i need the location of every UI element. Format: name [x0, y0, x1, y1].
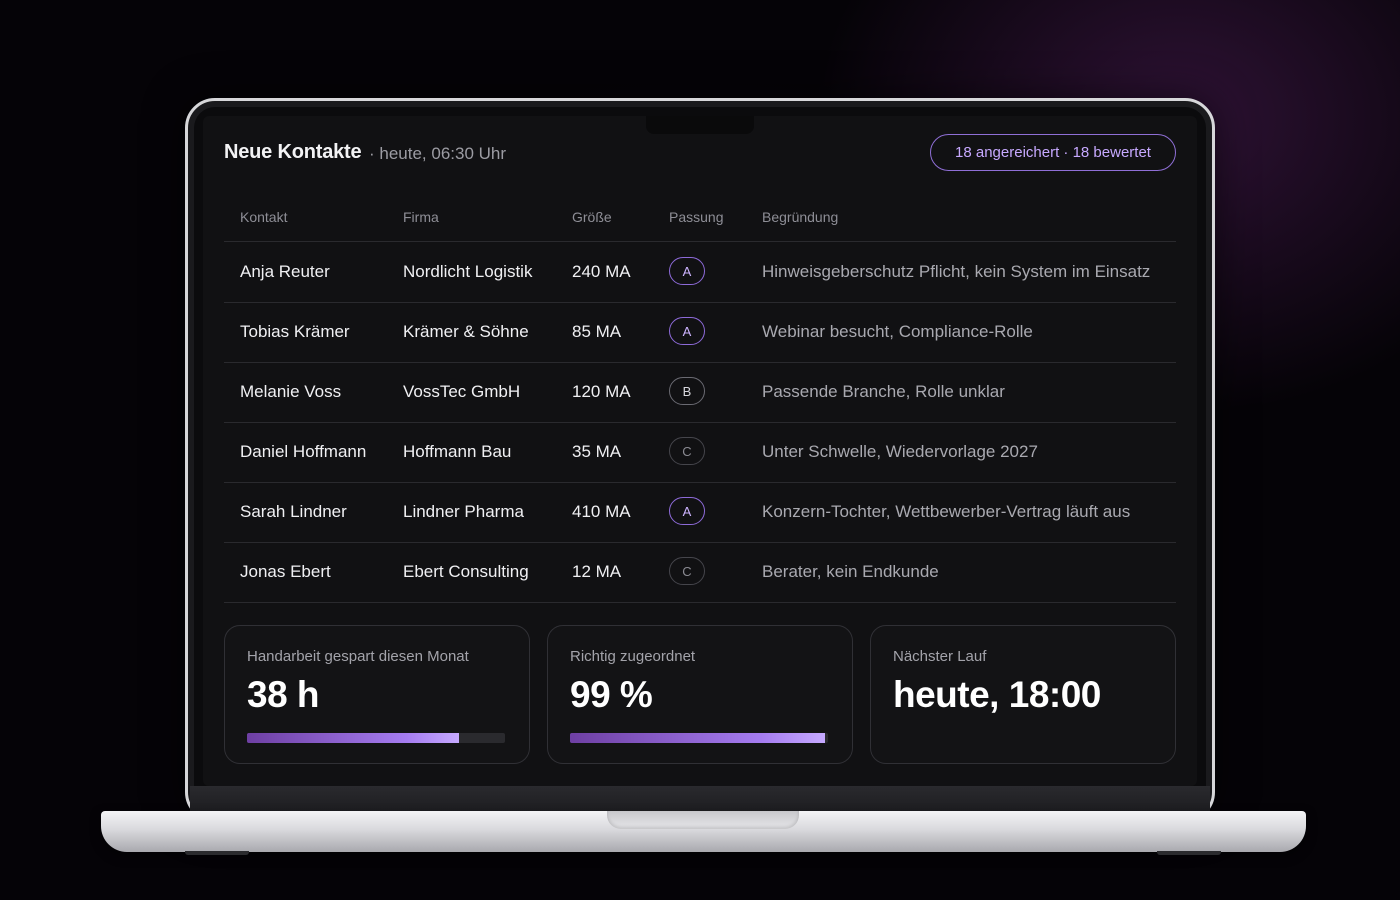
company-size: 240 MA	[572, 262, 631, 281]
table-row[interactable]: Daniel Hoffmann Hoffmann Bau 35 MA C Unter S…	[224, 422, 1176, 482]
stat-card-time-saved: Handarbeit gespart diesen Monat 38 h	[224, 625, 530, 764]
camera-notch	[646, 116, 754, 134]
column-header-reason[interactable]: Begründung	[762, 209, 838, 225]
fit-grade-badge: C	[669, 557, 705, 585]
stat-label: Richtig zugeordnet	[570, 648, 696, 665]
contact-name: Daniel Hoffmann	[240, 442, 367, 461]
fit-reason: Hinweisgeberschutz Pflicht, kein System …	[762, 262, 1151, 281]
company-name: Nordlicht Logistik	[403, 262, 533, 281]
company-name: VossTec GmbH	[403, 382, 521, 401]
laptop-opening-groove	[607, 811, 799, 829]
fit-grade-badge: C	[669, 437, 705, 465]
company-size: 12 MA	[572, 562, 622, 581]
table-row[interactable]: Sarah Lindner Lindner Pharma 410 MA A Konzer…	[224, 482, 1176, 542]
contact-name: Tobias Krämer	[240, 322, 350, 341]
fit-grade-badge: A	[669, 317, 705, 345]
fit-reason: Unter Schwelle, Wiedervorlage 2027	[762, 442, 1038, 461]
table-row[interactable]: Jonas Ebert Ebert Consulting 12 MA C Berater…	[224, 542, 1176, 602]
fit-reason: Passende Branche, Rolle unklar	[762, 382, 1005, 401]
column-header-company[interactable]: Firma	[403, 209, 439, 225]
contact-name: Jonas Ebert	[240, 562, 331, 581]
stat-card-accuracy: Richtig zugeordnet 99 %	[547, 625, 853, 764]
fit-grade-badge: A	[669, 257, 705, 285]
row-divider	[224, 602, 1176, 603]
status-badge: 18 angereichert · 18 bewertet	[930, 134, 1176, 171]
company-name: Ebert Consulting	[403, 562, 529, 581]
progress-fill	[570, 733, 826, 743]
scene: Neue Kontakte · heute, 06:30 Uhr 18 ange…	[0, 0, 1400, 900]
fit-reason: Konzern-Tochter, Wettbewerber-Vertrag lä…	[762, 502, 1131, 521]
progress-bar	[570, 733, 828, 743]
stat-value: 99 %	[570, 674, 653, 715]
table-row[interactable]: Anja Reuter Nordlicht Logistik 240 MA A Hinw…	[224, 242, 1176, 302]
table-row[interactable]: Melanie Voss VossTec GmbH 120 MA B Passende …	[224, 362, 1176, 422]
laptop-bezel-bottom	[190, 786, 1210, 814]
page-title: Neue Kontakte	[224, 141, 362, 163]
stat-card-next-run: Nächster Lauf heute, 18:00	[870, 625, 1176, 764]
company-name: Krämer & Söhne	[403, 322, 529, 341]
laptop-foot-right	[1157, 851, 1221, 855]
progress-bar	[247, 733, 505, 743]
fit-grade-badge: A	[669, 497, 705, 525]
contact-name: Anja Reuter	[240, 262, 330, 281]
company-name: Hoffmann Bau	[403, 442, 512, 461]
laptop-foot-left	[185, 851, 249, 855]
company-size: 85 MA	[572, 322, 622, 341]
fit-grade-badge: B	[669, 377, 705, 405]
contact-name: Melanie Voss	[240, 382, 342, 401]
stat-value: 38 h	[247, 674, 320, 715]
column-header-contact[interactable]: Kontakt	[240, 209, 287, 225]
progress-fill	[247, 733, 459, 743]
column-header-fit[interactable]: Passung	[669, 209, 723, 225]
run-timestamp: · heute, 06:30 Uhr	[369, 144, 507, 163]
company-size: 410 MA	[572, 502, 631, 521]
company-size: 120 MA	[572, 382, 631, 401]
stat-label: Nächster Lauf	[893, 648, 987, 665]
stat-label: Handarbeit gespart diesen Monat	[247, 648, 469, 665]
contact-name: Sarah Lindner	[240, 502, 347, 521]
company-size: 35 MA	[572, 442, 622, 461]
column-header-size[interactable]: Größe	[572, 209, 612, 225]
table-row[interactable]: Tobias Krämer Krämer & Söhne 85 MA A Webinar…	[224, 302, 1176, 362]
fit-reason: Berater, kein Endkunde	[762, 562, 939, 581]
fit-reason: Webinar besucht, Compliance-Rolle	[762, 322, 1033, 341]
stat-value: heute, 18:00	[893, 674, 1101, 715]
company-name: Lindner Pharma	[403, 502, 524, 521]
